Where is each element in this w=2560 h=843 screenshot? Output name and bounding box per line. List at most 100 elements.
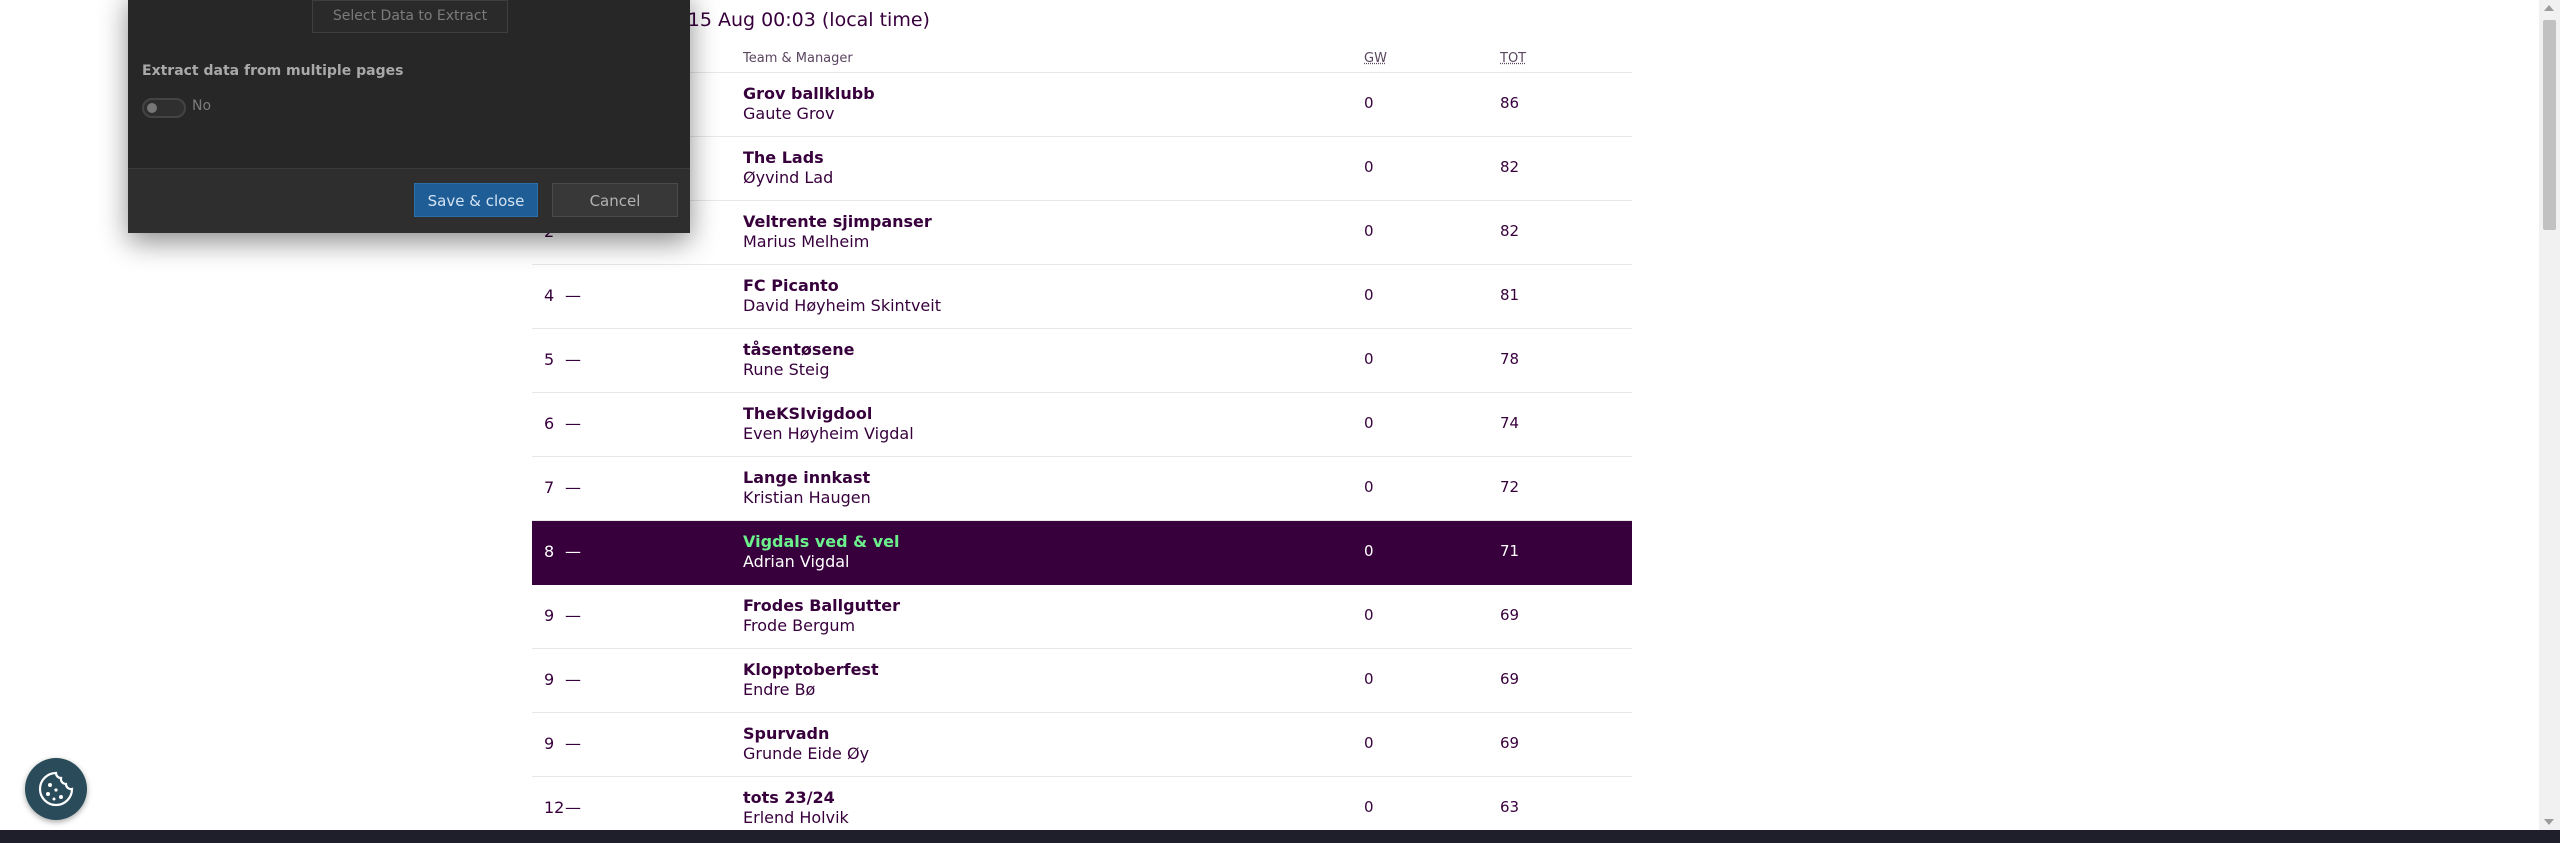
rank: 5 <box>544 350 555 369</box>
bottom-bar <box>0 830 2560 843</box>
rank: 9 <box>544 670 555 689</box>
dialog-body: Select Data to Extract Extract data from… <box>128 0 690 168</box>
movement-indicator: — <box>565 478 581 497</box>
column-tot[interactable]: TOT <box>1500 51 1526 66</box>
table-row: 7 — Lange innkast Kristian Haugen 0 72 <box>532 457 1632 521</box>
save-close-button[interactable]: Save & close <box>414 183 538 217</box>
manager-name: Gaute Grov <box>743 104 835 123</box>
toggle-knob <box>147 103 157 113</box>
total-points: 72 <box>1500 478 1520 496</box>
total-points: 69 <box>1500 606 1520 624</box>
team-name-link[interactable]: Veltrente sjimpanser <box>743 212 932 231</box>
manager-name: Frode Bergum <box>743 616 856 635</box>
vertical-scrollbar[interactable] <box>2539 0 2560 830</box>
manager-name: Rune Steig <box>743 360 830 379</box>
rank: 4 <box>544 286 555 305</box>
movement-indicator: — <box>565 734 581 753</box>
manager-name: Kristian Haugen <box>743 488 871 507</box>
movement-indicator: — <box>565 606 581 625</box>
multi-page-toggle[interactable] <box>142 98 186 118</box>
movement-indicator: — <box>565 670 581 689</box>
gw-points: 0 <box>1364 606 1374 624</box>
gw-points: 0 <box>1364 222 1374 240</box>
cookie-icon <box>38 771 74 807</box>
rank: 8 <box>544 542 555 561</box>
team-name-link[interactable]: TheKSIvigdool <box>743 404 872 423</box>
team-name-link[interactable]: Grov ballklubb <box>743 84 875 103</box>
toggle-state-label: No <box>192 98 212 114</box>
team-name-link[interactable]: Vigdals ved & vel <box>743 532 899 551</box>
total-points: 69 <box>1500 670 1520 688</box>
column-gw[interactable]: GW <box>1364 51 1387 66</box>
table-row: 5 — tåsentøsene Rune Steig 0 78 <box>532 329 1632 393</box>
total-points: 81 <box>1500 286 1520 304</box>
manager-name: Even Høyheim Vigdal <box>743 424 914 443</box>
scroll-down-arrow-icon[interactable] <box>2544 819 2554 825</box>
team-name-link[interactable]: tåsentøsene <box>743 340 854 359</box>
table-row: 2 — Veltrente sjimpanser Marius Melheim … <box>532 201 1632 265</box>
gw-points: 0 <box>1364 158 1374 176</box>
team-name-link[interactable]: Lange innkast <box>743 468 870 487</box>
scrollbar-thumb[interactable] <box>2543 20 2556 230</box>
gw-points: 0 <box>1364 414 1374 432</box>
gw-points: 0 <box>1364 798 1374 816</box>
total-points: 71 <box>1500 542 1520 560</box>
page: e 15 Aug 00:03 (local time) Team & Manag… <box>0 0 2560 843</box>
rank: 12 <box>544 798 565 817</box>
column-team-manager: Team & Manager <box>743 51 853 66</box>
table-row: The Lads Øyvind Lad 0 82 <box>532 137 1632 201</box>
gw-points: 0 <box>1364 670 1374 688</box>
table-row: 9 — Klopptoberfest Endre Bø 0 69 <box>532 649 1632 713</box>
total-points: 78 <box>1500 350 1520 368</box>
total-points: 82 <box>1500 222 1520 240</box>
manager-name: Erlend Holvik <box>743 808 849 827</box>
table-row: 6 — TheKSIvigdool Even Høyheim Vigdal 0 … <box>532 393 1632 457</box>
total-points: 86 <box>1500 94 1520 112</box>
gw-points: 0 <box>1364 94 1374 112</box>
cancel-button[interactable]: Cancel <box>552 183 678 217</box>
table-row-current-user: 8 — Vigdals ved & vel Adrian Vigdal 0 71 <box>532 521 1632 585</box>
manager-name: Grunde Eide Øy <box>743 744 870 763</box>
team-name-link[interactable]: Spurvadn <box>743 724 829 743</box>
team-name-link[interactable]: Frodes Ballgutter <box>743 596 900 615</box>
rank: 7 <box>544 478 555 497</box>
movement-indicator: — <box>565 350 581 369</box>
manager-name: Adrian Vigdal <box>743 552 850 571</box>
table-row: 4 — FC Picanto David Høyheim Skintveit 0… <box>532 265 1632 329</box>
rank: 6 <box>544 414 555 433</box>
movement-indicator: — <box>565 414 581 433</box>
table-row: 9 — Frodes Ballgutter Frode Bergum 0 69 <box>532 585 1632 649</box>
table-row: Grov ballklubb Gaute Grov 0 86 <box>532 73 1632 137</box>
manager-name: Øyvind Lad <box>743 168 834 187</box>
gw-points: 0 <box>1364 478 1374 496</box>
movement-indicator: — <box>565 286 581 305</box>
manager-name: David Høyheim Skintveit <box>743 296 941 315</box>
movement-indicator: — <box>565 542 581 561</box>
gw-points: 0 <box>1364 542 1374 560</box>
select-data-button[interactable]: Select Data to Extract <box>312 0 508 33</box>
last-updated-text: e 15 Aug 00:03 (local time) <box>670 9 930 31</box>
dialog-footer: Save & close Cancel <box>128 168 690 233</box>
total-points: 69 <box>1500 734 1520 752</box>
movement-indicator: — <box>565 798 581 817</box>
standings-table: Team & Manager GW TOT Grov ballklubb Gau… <box>532 44 1632 841</box>
cookie-settings-button[interactable] <box>25 758 87 820</box>
table-header: Team & Manager GW TOT <box>532 44 1632 73</box>
total-points: 82 <box>1500 158 1520 176</box>
manager-name: Marius Melheim <box>743 232 870 251</box>
team-name-link[interactable]: tots 23/24 <box>743 788 835 807</box>
rank: 9 <box>544 734 555 753</box>
multi-page-label: Extract data from multiple pages <box>142 63 404 79</box>
total-points: 63 <box>1500 798 1520 816</box>
gw-points: 0 <box>1364 286 1374 304</box>
table-row: 9 — Spurvadn Grunde Eide Øy 0 69 <box>532 713 1632 777</box>
team-name-link[interactable]: The Lads <box>743 148 824 167</box>
manager-name: Endre Bø <box>743 680 816 699</box>
team-name-link[interactable]: Klopptoberfest <box>743 660 879 679</box>
total-points: 74 <box>1500 414 1520 432</box>
gw-points: 0 <box>1364 734 1374 752</box>
team-name-link[interactable]: FC Picanto <box>743 276 839 295</box>
rank: 9 <box>544 606 555 625</box>
scroll-up-arrow-icon[interactable] <box>2544 5 2554 11</box>
extract-settings-dialog: Select Data to Extract Extract data from… <box>128 0 690 233</box>
